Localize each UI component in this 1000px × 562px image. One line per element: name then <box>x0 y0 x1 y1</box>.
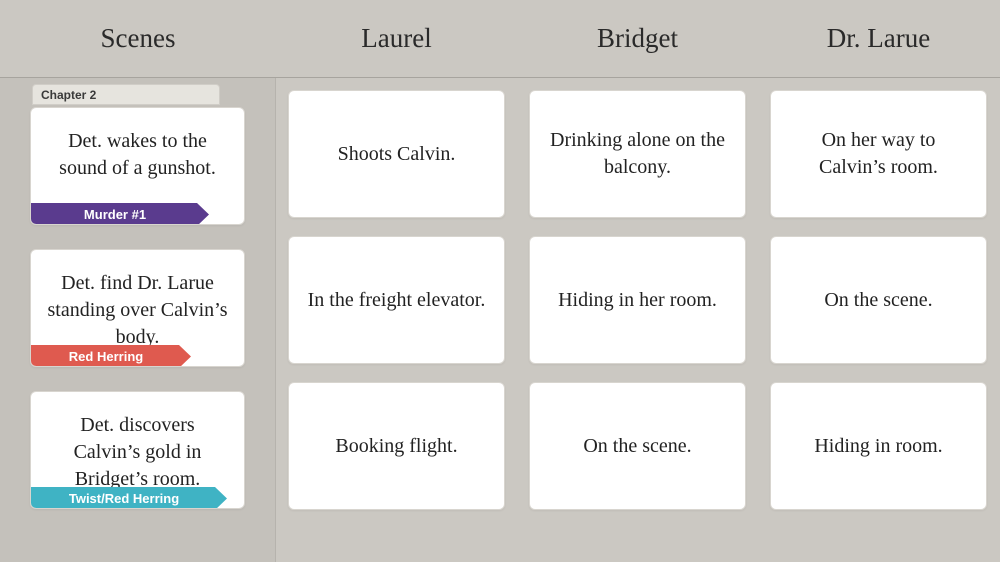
grid-text: On the scene. <box>583 433 691 460</box>
grid-card[interactable]: On her way to Calvin’s room. <box>770 90 987 218</box>
grid-text: In the freight elevator. <box>308 287 486 314</box>
scene-tag[interactable]: Twist/Red Herring <box>30 487 227 509</box>
grid-card[interactable]: Shoots Calvin. <box>288 90 505 218</box>
grid-text: Hiding in her room. <box>558 287 717 314</box>
grid-text: On the scene. <box>824 287 932 314</box>
header-scenes[interactable]: Scenes <box>0 0 276 77</box>
scene-card[interactable]: Det. find Dr. Larue standing over Calvin… <box>30 249 245 367</box>
laurel-column: Shoots Calvin. In the freight elevator. … <box>276 78 517 562</box>
header-bridget[interactable]: Bridget <box>517 0 758 77</box>
grid-card[interactable]: Booking flight. <box>288 382 505 510</box>
grid-text: Drinking alone on the balcony. <box>548 127 727 181</box>
grid-card[interactable]: Drinking alone on the balcony. <box>529 90 746 218</box>
grid-card[interactable]: On the scene. <box>770 236 987 364</box>
bridget-column: Drinking alone on the balcony. Hiding in… <box>517 78 758 562</box>
header-dr-larue[interactable]: Dr. Larue <box>758 0 999 77</box>
grid-text: Hiding in room. <box>814 433 942 460</box>
scene-text: Det. wakes to the sound of a gunshot. <box>47 128 228 182</box>
dr-larue-column: On her way to Calvin’s room. On the scen… <box>758 78 999 562</box>
scene-card[interactable]: Det. wakes to the sound of a gunshot. Mu… <box>30 107 245 225</box>
grid-card[interactable]: Hiding in room. <box>770 382 987 510</box>
grid-text: Booking flight. <box>335 433 457 460</box>
grid-card[interactable]: In the freight elevator. <box>288 236 505 364</box>
board-body: Chapter 2 Det. wakes to the sound of a g… <box>0 78 1000 562</box>
scene-card[interactable]: Det. discovers Calvin’s gold in Bridget’… <box>30 391 245 509</box>
header-laurel[interactable]: Laurel <box>276 0 517 77</box>
grid-card[interactable]: On the scene. <box>529 382 746 510</box>
scene-tag[interactable]: Red Herring <box>30 345 191 367</box>
grid-text: Shoots Calvin. <box>338 141 456 168</box>
grid-text: On her way to Calvin’s room. <box>789 127 968 181</box>
column-header-row: Scenes Laurel Bridget Dr. Larue <box>0 0 1000 78</box>
grid-card[interactable]: Hiding in her room. <box>529 236 746 364</box>
scene-text: Det. discovers Calvin’s gold in Bridget’… <box>47 412 228 493</box>
scene-text: Det. find Dr. Larue standing over Calvin… <box>47 270 228 351</box>
chapter-tab[interactable]: Chapter 2 <box>32 84 220 105</box>
scene-tag[interactable]: Murder #1 <box>30 203 209 225</box>
scenes-column: Chapter 2 Det. wakes to the sound of a g… <box>0 78 276 562</box>
